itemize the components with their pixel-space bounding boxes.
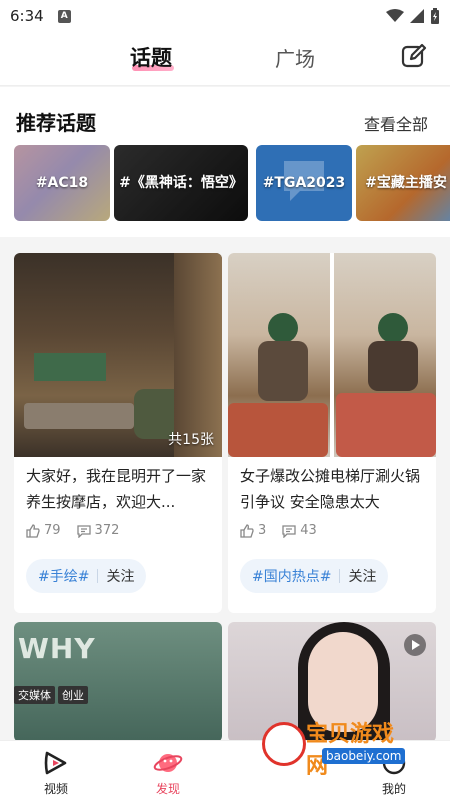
wall-art bbox=[34, 353, 106, 381]
video-icon bbox=[44, 751, 67, 775]
topic-tag[interactable]: #国内热点# bbox=[252, 566, 331, 586]
thumbs-up-icon[interactable] bbox=[26, 523, 40, 538]
person-hat bbox=[378, 313, 408, 343]
watermark: 宝贝游戏网 baobeiy.com bbox=[262, 716, 412, 779]
battery-icon bbox=[431, 8, 439, 24]
sofa bbox=[24, 403, 134, 429]
post-card[interactable]: WHY 交媒体 创业 bbox=[14, 622, 222, 742]
wall-panel bbox=[174, 253, 222, 457]
post-stats: 79 372 bbox=[26, 523, 119, 538]
collage-divider bbox=[330, 253, 334, 457]
topic-label: #《黑神话：悟空》 bbox=[119, 175, 243, 191]
post-image: 共15张 bbox=[14, 253, 222, 457]
nav-discover[interactable]: 发现 bbox=[138, 749, 198, 797]
comment-count: 43 bbox=[300, 523, 317, 538]
comment-icon[interactable] bbox=[76, 524, 91, 538]
nav-label: 我的 bbox=[381, 782, 406, 796]
comment-icon[interactable] bbox=[282, 524, 296, 538]
topic-label: #AC18 bbox=[35, 175, 89, 191]
post-image-logo: WHY bbox=[18, 632, 96, 665]
status-bar: 6:34 A bbox=[0, 0, 450, 32]
post-title: 大家好，我在昆明开了一家养生按摩店，欢迎大... bbox=[26, 467, 207, 511]
wifi-icon bbox=[386, 9, 404, 22]
like-count: 3 bbox=[258, 523, 267, 538]
comment-count: 372 bbox=[94, 523, 120, 538]
post-image bbox=[228, 253, 436, 457]
nav-label: 发现 bbox=[155, 782, 180, 796]
like-count: 79 bbox=[44, 523, 61, 538]
post-stats: 3 43 bbox=[240, 523, 317, 538]
thumbs-up-icon[interactable] bbox=[240, 523, 254, 538]
status-time: 6:34 bbox=[10, 7, 44, 25]
tab-topic[interactable]: 话题 bbox=[130, 42, 172, 72]
person-hat bbox=[268, 313, 298, 343]
notification-icon: A bbox=[57, 9, 71, 23]
nav-video[interactable]: 视频 bbox=[26, 749, 86, 797]
follow-button[interactable]: 关注 bbox=[348, 566, 376, 586]
follow-button[interactable]: 关注 bbox=[106, 566, 134, 586]
image-tag: 创业 bbox=[58, 686, 88, 704]
recommended-topics-section: 推荐话题 查看全部 #AC18 #《黑神话：悟空》 #TGA2023 #宝藏主播… bbox=[0, 87, 450, 237]
topic-card[interactable]: #TGA2023 bbox=[256, 145, 352, 221]
nav-label: 视频 bbox=[43, 782, 68, 796]
topic-tag-pill: #国内热点# 关注 bbox=[240, 559, 389, 593]
topic-card[interactable]: #AC18 bbox=[14, 145, 110, 221]
divider bbox=[339, 569, 341, 583]
edit-icon[interactable] bbox=[400, 42, 428, 70]
post-title: 女子爆改公摊电梯厅涮火锅引争议 安全隐患太大 bbox=[240, 467, 421, 511]
top-header: 话题 广场 bbox=[0, 32, 450, 86]
status-icons bbox=[386, 8, 440, 24]
hotpot-food bbox=[228, 403, 328, 457]
post-card[interactable]: 女子爆改公摊电梯厅涮火锅引争议 安全隐患太大 3 43 #国内热点# 关注 bbox=[228, 253, 436, 613]
image-tag: 交媒体 bbox=[14, 686, 55, 704]
planet-icon bbox=[153, 754, 183, 772]
signal-icon bbox=[410, 9, 424, 23]
topic-tag-pill: #手绘# 关注 bbox=[26, 559, 147, 593]
watermark-url: baobeiy.com bbox=[322, 748, 406, 764]
divider bbox=[97, 569, 99, 583]
person bbox=[368, 341, 418, 391]
topic-card[interactable]: #《黑神话：悟空》 bbox=[114, 145, 248, 221]
topic-tag[interactable]: #手绘# bbox=[38, 566, 89, 586]
post-card[interactable]: 共15张 大家好，我在昆明开了一家养生按摩店，欢迎大... 79 372 #手绘… bbox=[14, 253, 222, 613]
tab-square[interactable]: 广场 bbox=[275, 43, 315, 72]
hotpot-food bbox=[336, 393, 436, 457]
photo-count: 共15张 bbox=[168, 432, 214, 448]
watermark-logo-icon bbox=[262, 722, 306, 766]
topic-label: #宝藏主播安 bbox=[365, 175, 447, 191]
play-icon[interactable] bbox=[404, 634, 426, 656]
topic-label: #TGA2023 bbox=[262, 175, 346, 191]
topic-card[interactable]: #宝藏主播安 bbox=[356, 145, 450, 221]
person bbox=[258, 341, 308, 401]
section-title: 推荐话题 bbox=[16, 111, 96, 135]
see-all-link[interactable]: 查看全部 bbox=[364, 111, 428, 135]
